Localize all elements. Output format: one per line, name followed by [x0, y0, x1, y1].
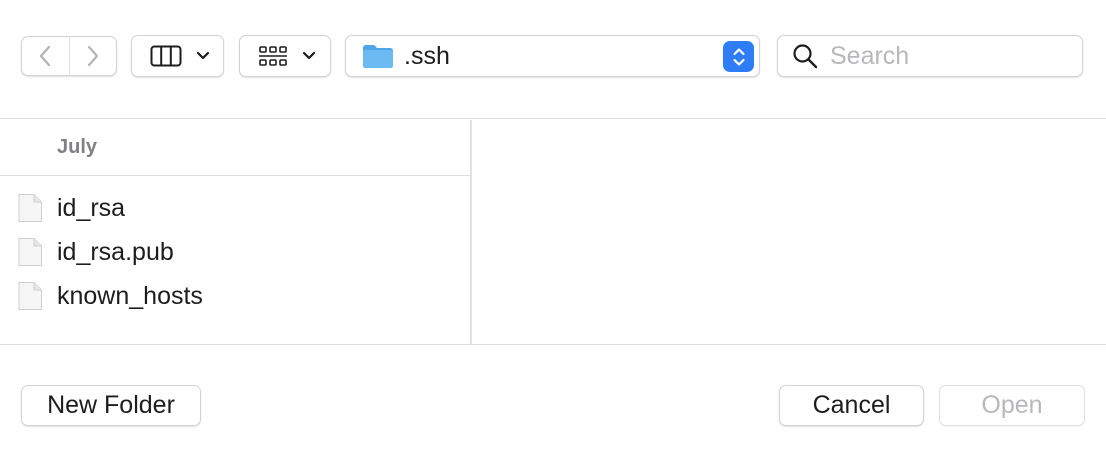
location-stepper[interactable]	[723, 41, 754, 72]
cancel-button[interactable]: Cancel	[779, 385, 924, 426]
group-divider	[0, 175, 470, 176]
file-name: id_rsa.pub	[57, 237, 174, 266]
group-header: July	[57, 136, 98, 158]
grid-view-icon	[259, 46, 287, 66]
file-name: id_rsa	[57, 193, 126, 222]
footer-divider	[0, 344, 1106, 345]
document-icon	[18, 238, 42, 266]
file-name: known_hosts	[57, 281, 203, 310]
group-by-popup[interactable]	[239, 35, 331, 77]
view-mode-popup[interactable]	[131, 35, 224, 77]
file-row[interactable]: known_hosts	[0, 274, 470, 318]
search-icon	[793, 44, 818, 69]
toolbar: .ssh	[0, 0, 1106, 118]
document-icon	[18, 194, 42, 222]
new-folder-button[interactable]: New Folder	[21, 385, 201, 426]
search-input[interactable]	[830, 41, 1070, 71]
document-icon	[18, 282, 42, 310]
columns-view-icon	[150, 45, 182, 67]
forward-button[interactable]	[68, 37, 117, 75]
chevron-down-icon	[302, 51, 316, 60]
chevron-down-icon	[196, 51, 210, 60]
up-down-chevron-icon	[732, 47, 745, 66]
location-popup[interactable]: .ssh	[345, 35, 760, 77]
file-row[interactable]: id_rsa.pub	[0, 230, 470, 274]
back-button[interactable]	[22, 37, 69, 75]
open-button[interactable]: Open	[939, 385, 1085, 426]
folder-icon	[363, 45, 393, 68]
chevron-left-icon	[40, 45, 51, 67]
file-row[interactable]: id_rsa	[0, 186, 470, 230]
location-label: .ssh	[404, 41, 450, 70]
column-divider[interactable]	[470, 120, 472, 345]
navigation-buttons	[21, 36, 117, 76]
chevron-right-icon	[87, 45, 98, 67]
search-field[interactable]	[777, 35, 1083, 77]
toolbar-divider	[0, 118, 1106, 119]
